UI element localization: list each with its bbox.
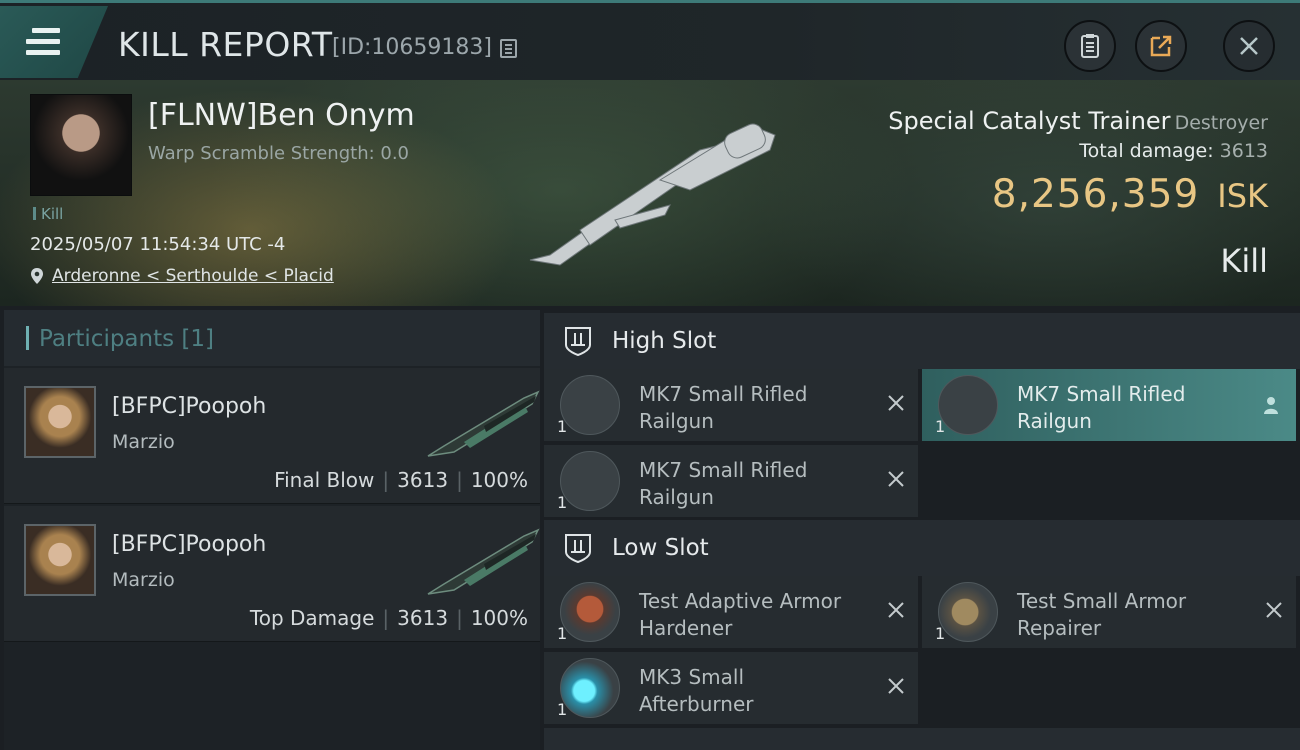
- close-icon: [1240, 37, 1258, 55]
- participant-percent: 100%: [470, 606, 528, 630]
- warp-scramble-strength: Warp Scramble Strength: 0.0: [148, 143, 410, 164]
- afterburner-icon: [560, 658, 620, 718]
- participant-corp: Marzio: [112, 431, 175, 453]
- participant-ship-icon: [427, 390, 540, 457]
- participant-name: [BFPC]Poopoh: [112, 532, 267, 557]
- destroyed-x-icon: [888, 602, 904, 618]
- victim-ship-image: [529, 123, 776, 266]
- destroyed-x-icon: [888, 471, 904, 487]
- low-slot-label: Low Slot: [612, 535, 709, 561]
- module-name: Test Adaptive Armor Hardener: [639, 589, 842, 640]
- location-pin-icon: [31, 268, 43, 284]
- participants-panel: Participants [1] [BFPC]Poopoh Marzio Fin…: [4, 310, 540, 750]
- module-item[interactable]: 1 MK7 Small Rifled Railgun: [544, 369, 918, 441]
- isk-value: 8,256,359 ISK: [992, 172, 1268, 217]
- kill-tag: Kill: [33, 205, 63, 223]
- menu-icon: [26, 28, 60, 56]
- participant-damage: 3613: [397, 468, 449, 492]
- participant-percent: 100%: [470, 468, 528, 492]
- module-qty: 1: [557, 700, 568, 719]
- module-item[interactable]: 1 Test Adaptive Armor Hardener: [544, 576, 918, 648]
- header-bar: KILL REPORT [ID:10659183]: [0, 0, 1300, 80]
- participant-avatar[interactable]: [24, 386, 96, 458]
- railgun-icon: [938, 375, 998, 435]
- kill-result: Kill: [1220, 242, 1268, 280]
- module-item[interactable]: 1 MK7 Small Rifled Railgun: [544, 445, 918, 517]
- participant-row[interactable]: [BFPC]Poopoh Marzio Final Blow | 3613 | 100%: [4, 368, 540, 504]
- module-item[interactable]: 1 MK7 Small Rifled Railgun: [922, 369, 1296, 441]
- share-button[interactable]: [1135, 20, 1187, 72]
- participant-role: Top Damage: [249, 606, 375, 630]
- participant-role: Final Blow: [274, 468, 375, 492]
- low-slot-icon: [565, 534, 591, 564]
- kill-timestamp: 2025/05/07 11:54:34 UTC -4: [30, 234, 286, 255]
- participant-row[interactable]: [BFPC]Poopoh Marzio Top Damage | 3613 | 100%: [4, 506, 540, 642]
- clipboard-icon: [1081, 34, 1099, 58]
- participant-stats: Final Blow | 3613 | 100%: [274, 468, 528, 492]
- close-button[interactable]: [1223, 20, 1275, 72]
- participant-stats: Top Damage | 3613 | 100%: [249, 606, 528, 630]
- high-slot-icon: [565, 327, 591, 357]
- armor-hardener-icon: [560, 582, 620, 642]
- high-slot-header: High Slot: [544, 313, 1300, 369]
- victim-ship-name[interactable]: Special Catalyst Trainer Destroyer: [888, 107, 1268, 135]
- ship-class: Destroyer: [1174, 112, 1268, 134]
- module-name: MK7 Small Rifled Railgun: [639, 458, 808, 509]
- railgun-icon: [560, 375, 620, 435]
- victim-portrait[interactable]: [30, 94, 132, 196]
- total-damage-label: Total damage:: [1079, 140, 1214, 162]
- participant-avatar[interactable]: [24, 524, 96, 596]
- isk-amount: 8,256,359: [991, 172, 1200, 217]
- module-item[interactable]: 1 Test Small Armor Repairer: [922, 576, 1296, 648]
- participant-name: [BFPC]Poopoh: [112, 394, 267, 419]
- low-slot-header: Low Slot: [544, 520, 1300, 576]
- participant-ship-icon: [427, 528, 540, 595]
- module-item[interactable]: 1 MK3 Small Afterburner: [544, 652, 918, 724]
- victim-name[interactable]: [FLNW]Ben Onym: [148, 98, 415, 133]
- participant-corp: Marzio: [112, 569, 175, 591]
- menu-button[interactable]: [0, 6, 108, 78]
- railgun-icon: [560, 451, 620, 511]
- location-link[interactable]: Arderonne < Serthoulde < Placid: [52, 266, 334, 286]
- ship-name-text: Special Catalyst Trainer: [888, 107, 1171, 135]
- participants-header[interactable]: Participants [1]: [4, 310, 540, 366]
- module-qty: 1: [557, 624, 568, 643]
- victim-banner: [FLNW]Ben Onym Warp Scramble Strength: 0…: [0, 80, 1300, 306]
- module-qty: 1: [935, 624, 946, 643]
- dropped-person-icon: [1264, 397, 1278, 414]
- destroyed-x-icon: [888, 395, 904, 411]
- clipboard-button[interactable]: [1064, 20, 1116, 72]
- destroyed-x-icon: [888, 678, 904, 694]
- total-damage-value: 3613: [1219, 140, 1268, 162]
- participants-title: Participants [1]: [26, 326, 214, 352]
- module-name: MK3 Small Afterburner: [639, 665, 754, 716]
- kill-id: [ID:10659183]: [332, 35, 492, 60]
- module-name: MK7 Small Rifled Railgun: [1017, 382, 1186, 433]
- armor-repairer-icon: [938, 582, 998, 642]
- total-damage: Total damage: 3613: [1079, 140, 1268, 162]
- share-icon: [1150, 35, 1172, 57]
- participant-damage: 3613: [397, 606, 449, 630]
- mid-slot-header-partial: [544, 728, 1300, 750]
- kill-location[interactable]: Arderonne < Serthoulde < Placid: [30, 266, 334, 286]
- high-slot-label: High Slot: [612, 328, 717, 354]
- module-name: Test Small Armor Repairer: [1017, 589, 1187, 640]
- module-qty: 1: [557, 493, 568, 512]
- module-qty: 1: [935, 417, 946, 436]
- isk-unit: ISK: [1217, 177, 1268, 215]
- module-name: MK7 Small Rifled Railgun: [639, 382, 808, 433]
- module-qty: 1: [557, 417, 568, 436]
- page-title: KILL REPORT: [118, 25, 333, 64]
- destroyed-x-icon: [1266, 602, 1282, 618]
- copy-icon[interactable]: [500, 39, 517, 58]
